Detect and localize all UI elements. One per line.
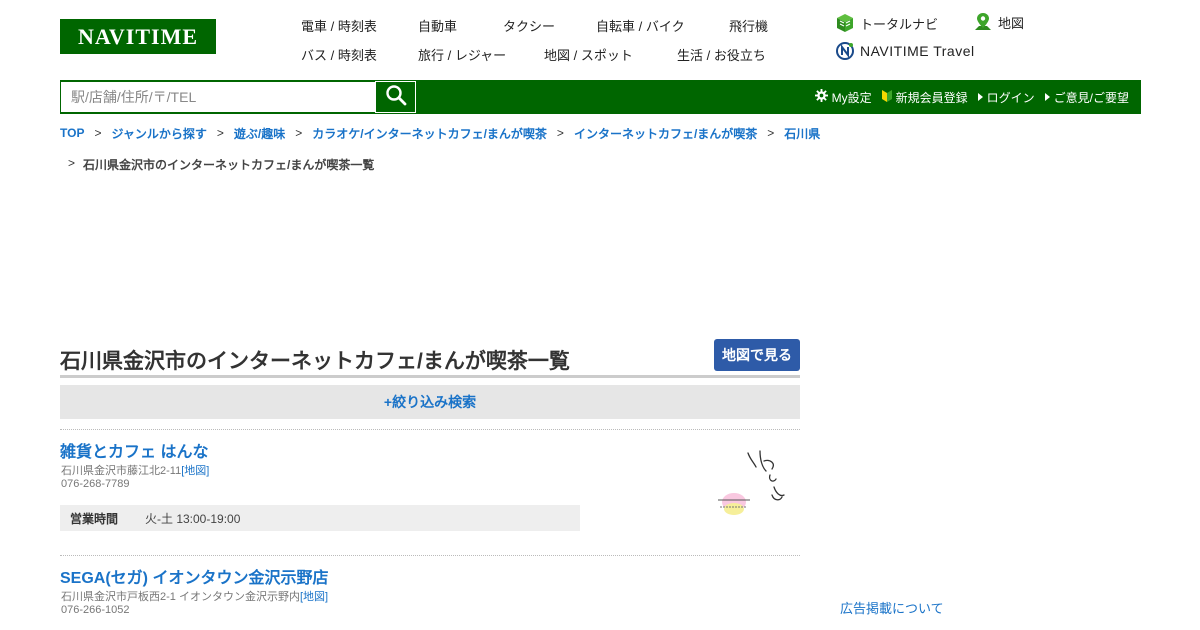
register-label: 新規会員登録 <box>895 90 968 105</box>
map-pin-icon <box>974 12 992 33</box>
breadcrumb-ishikawa[interactable]: 石川県 <box>784 125 820 142</box>
breadcrumb-separator: > <box>68 156 76 170</box>
filter-search-toggle[interactable]: +絞り込み検索 <box>60 385 800 419</box>
feedback-link[interactable]: ご意見/ご要望 <box>1044 89 1129 106</box>
shop-tel: 076-266-1052 <box>61 604 130 616</box>
nav-bicycle[interactable]: 自転車 / バイク <box>596 16 685 35</box>
search-input[interactable] <box>60 81 376 113</box>
navitime-travel-icon <box>836 41 854 61</box>
nav-navitime-travel-label: NAVITIME Travel <box>860 43 975 59</box>
nav-airplane[interactable]: 飛行機 <box>729 16 768 35</box>
user-links: My設定 新規会員登録 ログイン ご意見/ご要望 <box>814 80 1129 114</box>
search-button[interactable] <box>375 81 416 113</box>
nav-total-navi[interactable]: トータルナビ <box>836 13 938 33</box>
breadcrumb-separator: > <box>216 126 224 140</box>
triangle-right-icon <box>1044 93 1050 101</box>
triangle-right-icon <box>977 93 983 101</box>
my-settings-label: My設定 <box>831 90 872 105</box>
breadcrumb-separator: > <box>94 126 102 140</box>
cube-icon <box>836 13 854 33</box>
breadcrumb-separator: > <box>767 126 775 140</box>
shop-address-text: 石川県金沢市藤江北2-11 <box>61 465 182 477</box>
list-divider <box>60 429 800 430</box>
shop-name-link[interactable]: 雑貨とカフェ はんな <box>60 438 208 462</box>
shop-map-link[interactable]: [地図] <box>300 591 328 603</box>
nav-map-spot[interactable]: 地図 / スポット <box>544 45 633 64</box>
login-link[interactable]: ログイン <box>977 89 1035 106</box>
gear-icon <box>814 89 828 105</box>
nav-total-navi-label: トータルナビ <box>860 16 939 32</box>
nav-train[interactable]: 電車 / 時刻表 <box>301 16 377 35</box>
breadcrumb-separator: > <box>556 126 564 140</box>
breadcrumb-genre[interactable]: ジャンルから探す <box>111 125 206 142</box>
view-map-button[interactable]: 地図で見る <box>714 339 800 371</box>
title-divider <box>60 375 800 378</box>
feedback-label: ご意見/ご要望 <box>1053 90 1129 105</box>
nav-navitime-travel[interactable]: NAVITIME Travel <box>836 41 975 61</box>
list-divider <box>60 555 800 556</box>
nav-bus[interactable]: バス / 時刻表 <box>301 45 377 64</box>
login-label: ログイン <box>986 90 1035 105</box>
shop-address: 石川県金沢市戸板西2-1 イオンタウン金沢示野内[地図] <box>61 588 328 604</box>
shop-thumbnail[interactable] <box>710 445 790 525</box>
page-title: 石川県金沢市のインターネットカフェ/まんが喫茶一覧 <box>60 350 570 373</box>
breadcrumb-hobby[interactable]: 遊ぶ/趣味 <box>234 125 285 142</box>
my-settings-link[interactable]: My設定 <box>814 89 872 106</box>
shop-address: 石川県金沢市藤江北2-11[地図] <box>61 462 209 478</box>
nav-travel-leisure[interactable]: 旅行 / レジャー <box>418 45 506 64</box>
shop-hours-value: 火-土 13:00-19:00 <box>145 511 241 526</box>
nav-car[interactable]: 自動車 <box>418 16 457 35</box>
shop-address-text: 石川県金沢市戸板西2-1 イオンタウン金沢示野内 <box>61 591 300 603</box>
breadcrumb-separator: > <box>295 126 303 140</box>
nav-life[interactable]: 生活 / お役立ち <box>677 45 766 64</box>
nav-map[interactable]: 地図 <box>974 12 1024 33</box>
shop-name-link[interactable]: SEGA(セガ) イオンタウン金沢示野店 <box>60 564 328 588</box>
shop-hours: 営業時間 火-土 13:00-19:00 <box>60 505 580 531</box>
nav-taxi[interactable]: タクシー <box>503 16 555 35</box>
shop-tel: 076-268-7789 <box>61 478 130 490</box>
beginner-mark-icon <box>881 89 892 105</box>
breadcrumb-netcafe[interactable]: インターネットカフェ/まんが喫茶 <box>574 125 757 142</box>
register-link[interactable]: 新規会員登録 <box>881 89 968 106</box>
breadcrumb: TOP > ジャンルから探す > 遊ぶ/趣味 > カラオケ/インターネットカフェ… <box>60 125 820 141</box>
breadcrumb-karaoke[interactable]: カラオケ/インターネットカフェ/まんが喫茶 <box>312 125 547 142</box>
advertising-info-link[interactable]: 広告掲載について <box>840 598 944 617</box>
search-icon <box>385 84 407 111</box>
breadcrumb-current: 石川県金沢市のインターネットカフェ/まんが喫茶一覧 <box>83 158 375 172</box>
shop-map-link[interactable]: [地図] <box>181 465 209 477</box>
navitime-logo[interactable]: NAVITIME <box>60 19 216 54</box>
nav-map-label: 地図 <box>998 16 1025 31</box>
breadcrumb-current-row: > 石川県金沢市のインターネットカフェ/まんが喫茶一覧 <box>68 156 374 173</box>
breadcrumb-top[interactable]: TOP <box>60 126 84 140</box>
shop-hours-label: 営業時間 <box>70 511 119 526</box>
